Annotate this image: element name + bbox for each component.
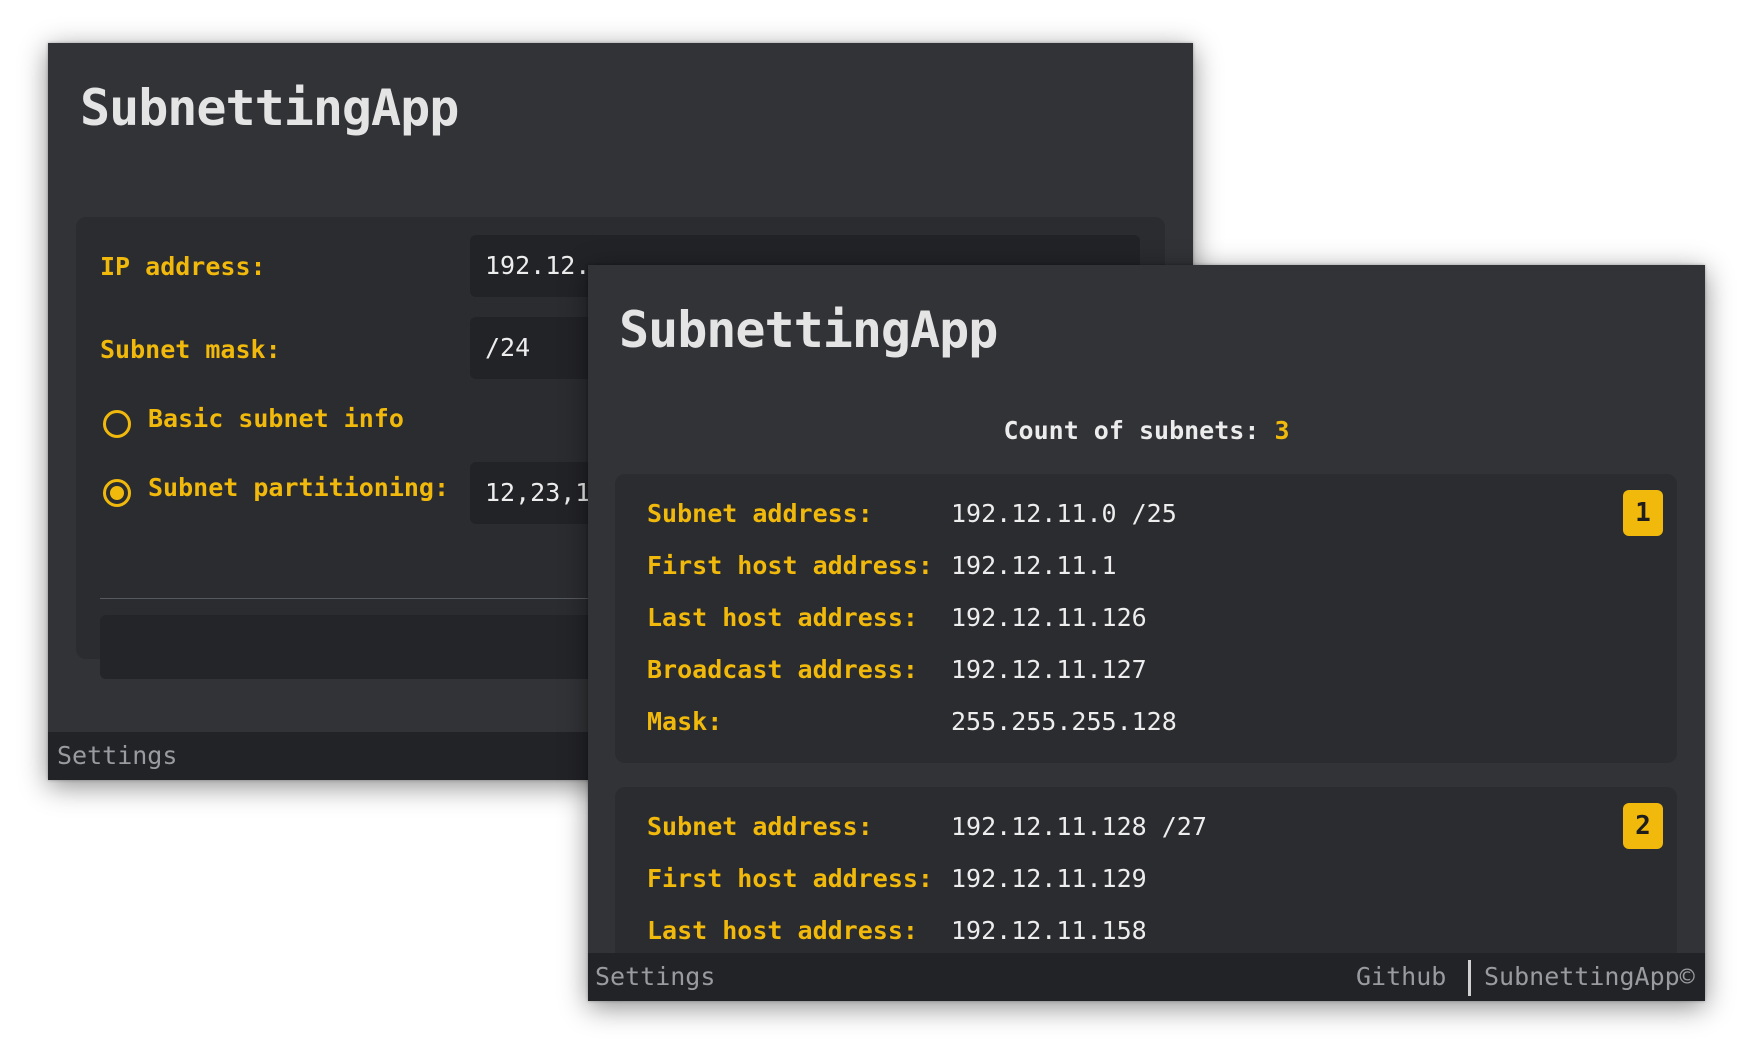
last-host-value: 192.12.11.126 [951, 603, 1147, 632]
broadcast-address-label: Broadcast address: [647, 655, 918, 684]
github-link[interactable]: Github [1356, 962, 1446, 991]
subnet-mask-label: Subnet mask: [100, 335, 281, 364]
first-host-value: 192.12.11.129 [951, 864, 1147, 893]
subnet-address-label: Subnet address: [647, 499, 873, 528]
brand-label: SubnettingApp© [1484, 962, 1695, 991]
app-title: SubnettingApp [619, 301, 998, 359]
last-host-label: Last host address: [647, 603, 918, 632]
last-host-value: 192.12.11.158 [951, 916, 1147, 945]
footer-bar: Settings Github SubnettingApp© [588, 953, 1705, 1001]
mask-value: 255.255.255.128 [951, 707, 1177, 736]
subnet-address-value: 192.12.11.128 /27 [951, 812, 1207, 841]
subnet-index-badge: 2 [1623, 803, 1663, 849]
footer-separator [1468, 960, 1471, 996]
subnet-address-value: 192.12.11.0 /25 [951, 499, 1177, 528]
app-title: SubnettingApp [80, 79, 459, 137]
settings-link[interactable]: Settings [595, 962, 715, 991]
broadcast-address-value: 192.12.11.127 [951, 655, 1147, 684]
subnet-count-value: 3 [1274, 416, 1290, 445]
basic-subnet-info-label[interactable]: Basic subnet info [148, 404, 404, 433]
subnet-partitioning-radio[interactable] [103, 479, 131, 507]
subnet-count: Count of subnets: 3 [588, 416, 1705, 445]
ip-address-label: IP address: [100, 252, 266, 281]
first-host-label: First host address: [647, 864, 933, 893]
last-host-label: Last host address: [647, 916, 918, 945]
first-host-label: First host address: [647, 551, 933, 580]
subnet-partitioning-label[interactable]: Subnet partitioning: [148, 473, 449, 502]
settings-link[interactable]: Settings [57, 741, 177, 770]
subnet-index-badge: 1 [1623, 490, 1663, 536]
subnet-card: 1 Subnet address: 192.12.11.0 /25 First … [615, 474, 1677, 763]
results-window: SubnettingApp Count of subnets: 3 1 Subn… [588, 265, 1705, 1001]
subnet-address-label: Subnet address: [647, 812, 873, 841]
first-host-value: 192.12.11.1 [951, 551, 1117, 580]
subnet-count-label: Count of subnets: [1003, 416, 1260, 445]
mask-label: Mask: [647, 707, 723, 736]
basic-subnet-info-radio[interactable] [103, 410, 131, 438]
